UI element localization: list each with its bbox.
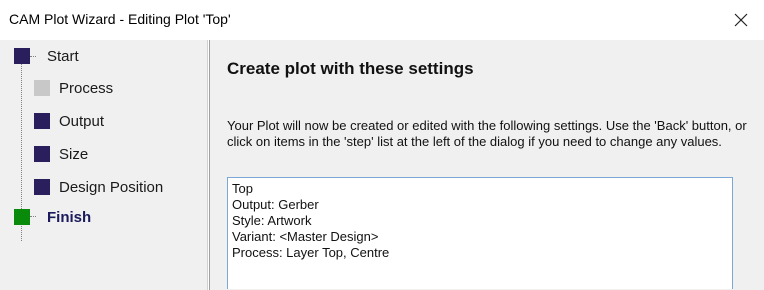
step-size[interactable]: Size xyxy=(14,144,88,164)
step-label: Size xyxy=(59,145,89,163)
step-status-icon xyxy=(34,80,50,96)
close-button[interactable] xyxy=(718,0,764,40)
close-icon xyxy=(734,13,748,27)
summary-line: Top xyxy=(232,181,253,196)
instructions-text: Your Plot will now be created or edited … xyxy=(227,118,747,149)
summary-line: Output: Gerber xyxy=(232,197,319,212)
step-label: Process xyxy=(59,79,114,97)
step-list: Start Process Output Size Design Positio… xyxy=(0,40,207,290)
step-status-icon xyxy=(14,48,30,64)
step-label: Start xyxy=(47,47,79,65)
summary-line: Style: Artwork xyxy=(232,213,312,228)
settings-summary-box[interactable]: Top Output: Gerber Style: Artwork Varian… xyxy=(227,177,733,289)
page-title: Create plot with these settings xyxy=(227,59,474,78)
summary-line: Process: Layer Top, Centre xyxy=(232,245,390,260)
step-process: Process xyxy=(14,78,113,98)
title-bar: CAM Plot Wizard - Editing Plot 'Top' xyxy=(0,0,764,40)
step-status-icon xyxy=(34,113,50,129)
main-panel: Create plot with these settings Your Plo… xyxy=(210,40,764,290)
step-output[interactable]: Output xyxy=(14,111,104,131)
step-label: Finish xyxy=(47,208,92,226)
step-finish[interactable]: Finish xyxy=(14,207,91,227)
step-label: Design Position xyxy=(59,178,164,196)
window-title: CAM Plot Wizard - Editing Plot 'Top' xyxy=(9,11,231,27)
step-status-icon xyxy=(34,146,50,162)
step-label: Output xyxy=(59,112,105,130)
summary-line: Variant: <Master Design> xyxy=(232,229,379,244)
step-design-position[interactable]: Design Position xyxy=(14,177,163,197)
step-status-icon xyxy=(34,179,50,195)
step-status-icon xyxy=(14,209,30,225)
step-start[interactable]: Start xyxy=(14,46,79,66)
